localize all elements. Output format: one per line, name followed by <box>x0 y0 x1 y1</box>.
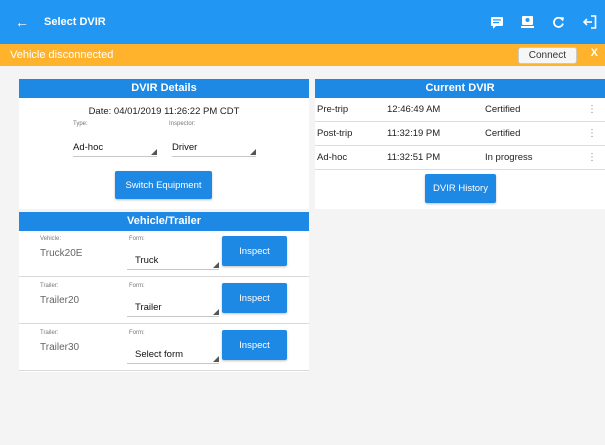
dropdown-triangle-icon <box>151 149 157 155</box>
dvir-type: Pre-trip <box>317 104 349 115</box>
switch-equipment-button[interactable]: Switch Equipment <box>115 171 212 199</box>
logout-icon[interactable] <box>574 0 605 44</box>
form-label: Form: <box>129 330 145 336</box>
current-dvir-header: Current DVIR <box>315 79 605 98</box>
message-icon[interactable] <box>481 0 512 44</box>
vehicle-disconnected-banner: Vehicle disconnected Connect X <box>0 44 605 66</box>
vehicle-trailer-panel: Vehicle/Trailer Vehicle: Truck20E Form: … <box>19 212 309 372</box>
dvir-time: 11:32:51 PM <box>387 152 441 163</box>
table-row: Trailer: Trailer20 Form: Trailer Inspect <box>19 278 309 324</box>
dvir-history-button[interactable]: DVIR History <box>425 174 496 203</box>
dropdown-triangle-icon <box>250 149 256 155</box>
equipment-label: Trailer: <box>40 283 59 289</box>
list-item[interactable]: Post-trip 11:32:19 PM Certified ⋮ <box>315 122 605 146</box>
form-select[interactable]: Truck <box>127 252 219 270</box>
dropdown-triangle-icon <box>213 262 219 268</box>
inspector-label: Inspector: <box>169 121 196 127</box>
list-item[interactable]: Ad-hoc 11:32:51 PM In progress ⋮ <box>315 146 605 170</box>
dvir-status: In progress <box>485 152 533 163</box>
form-value: Truck <box>135 255 159 266</box>
banner-message: Vehicle disconnected <box>10 49 114 61</box>
dvir-download-icon[interactable] <box>512 0 543 44</box>
page-title: Select DVIR <box>44 16 106 28</box>
inspector-select[interactable]: Driver <box>172 139 256 157</box>
app-bar: ← Select DVIR <box>0 0 605 44</box>
equipment-name: Trailer30 <box>40 342 80 353</box>
form-label: Form: <box>129 283 145 289</box>
more-options-icon[interactable]: ⋮ <box>587 146 597 170</box>
type-value: Ad-hoc <box>73 142 104 153</box>
back-arrow-icon[interactable]: ← <box>0 14 36 30</box>
equipment-label: Vehicle: <box>40 236 62 242</box>
dvir-details-header: DVIR Details <box>19 79 309 98</box>
dvir-time: 11:32:19 PM <box>387 128 441 139</box>
dvir-details-panel: DVIR Details Date: 04/01/2019 11:26:22 P… <box>19 79 309 209</box>
form-select[interactable]: Select form <box>127 346 219 364</box>
equipment-name: Trailer20 <box>40 295 80 306</box>
more-options-icon[interactable]: ⋮ <box>587 122 597 146</box>
form-value: Trailer <box>135 302 162 313</box>
inspector-value: Driver <box>172 142 198 153</box>
form-value: Select form <box>135 349 184 360</box>
connect-button[interactable]: Connect <box>517 47 577 64</box>
more-options-icon[interactable]: ⋮ <box>587 98 597 122</box>
equipment-name: Truck20E <box>40 248 83 259</box>
refresh-icon[interactable] <box>543 0 574 44</box>
dvir-time: 12:46:49 AM <box>387 104 441 115</box>
inspect-button[interactable]: Inspect <box>222 283 287 313</box>
dvir-type: Ad-hoc <box>317 152 348 163</box>
dropdown-triangle-icon <box>213 356 219 362</box>
table-row: Trailer: Trailer30 Form: Select form Ins… <box>19 325 309 371</box>
dropdown-triangle-icon <box>213 309 219 315</box>
inspect-button[interactable]: Inspect <box>222 330 287 360</box>
type-label: Type: <box>73 121 88 127</box>
dvir-date: Date: 04/01/2019 11:26:22 PM CDT <box>88 106 240 117</box>
dvir-type: Post-trip <box>317 128 353 139</box>
vehicle-trailer-header: Vehicle/Trailer <box>19 212 309 231</box>
inspect-button[interactable]: Inspect <box>222 236 287 266</box>
app-screen: ← Select DVIR Vehicle disconnected Conne… <box>0 0 605 445</box>
dvir-status: Certified <box>485 128 521 139</box>
equipment-label: Trailer: <box>40 330 59 336</box>
table-row: Vehicle: Truck20E Form: Truck Inspect <box>19 231 309 277</box>
list-item[interactable]: Pre-trip 12:46:49 AM Certified ⋮ <box>315 98 605 122</box>
form-select[interactable]: Trailer <box>127 299 219 317</box>
dvir-status: Certified <box>485 104 521 115</box>
close-banner-button[interactable]: X <box>591 47 598 59</box>
current-dvir-panel: Current DVIR Pre-trip 12:46:49 AM Certif… <box>315 79 605 209</box>
app-bar-actions <box>481 0 605 44</box>
form-label: Form: <box>129 236 145 242</box>
type-select[interactable]: Ad-hoc <box>73 139 157 157</box>
